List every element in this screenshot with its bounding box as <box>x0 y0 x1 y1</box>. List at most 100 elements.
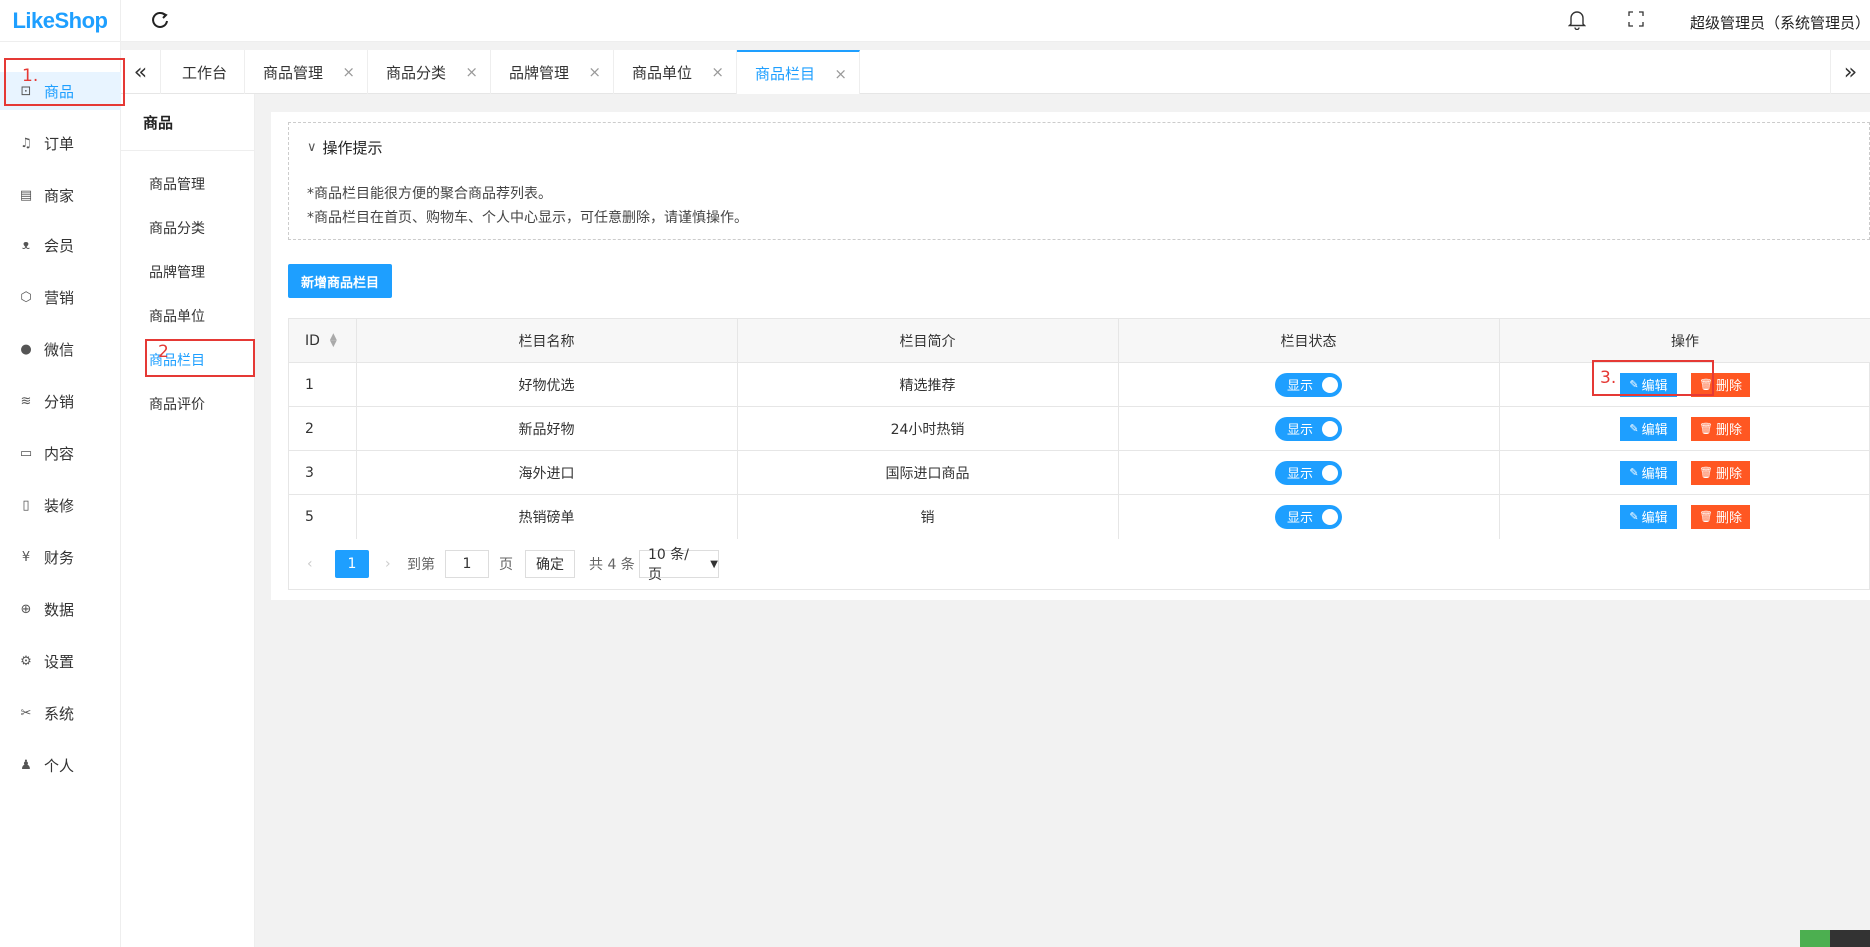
column-header-label: 栏目状态 <box>1280 333 1337 350</box>
sidebar-item[interactable]: ᴥ 会员 <box>0 226 121 264</box>
tab-label: 品牌管理 <box>509 63 570 82</box>
gear-icon: ⚙ <box>20 653 32 669</box>
close-icon[interactable]: × <box>588 63 601 81</box>
sidebar-item[interactable]: ● 微信 <box>0 330 121 368</box>
table-cell-name: 海外进口 <box>518 465 575 482</box>
table-cell-desc: 24小时热销 <box>890 421 965 438</box>
submenu-item[interactable]: 商品分类 <box>149 218 205 238</box>
close-icon[interactable]: × <box>342 63 355 81</box>
sidebar-item[interactable]: ♫ 订单 <box>0 124 121 162</box>
table-cell-actions: ✎ 编辑 🗑 删除 <box>1499 495 1870 538</box>
table-row: 5 热销磅单 销 显示 ✎ 编辑 🗑 删除 <box>289 495 1870 538</box>
delete-button[interactable]: 🗑 删除 <box>1691 460 1750 485</box>
prev-page-icon[interactable]: ‹ <box>307 550 313 578</box>
page-input[interactable]: 1 <box>445 550 489 578</box>
sidebar-item[interactable]: ⊕ 数据 <box>0 590 121 628</box>
user-menu[interactable]: 超级管理员（系统管理员） <box>1690 12 1870 33</box>
table-row: 2 新品好物 24小时热销 显示 ✎ 编辑 🗑 删除 <box>289 407 1870 450</box>
column-table: ID ▲ ▼ 栏目名称 栏目简介 栏目状态 操作 1 好物优选 精选推荐 显示 ✎ 编辑 🗑 删除 2 新品好物… <box>288 318 1870 539</box>
yen-icon: ¥ <box>21 549 31 565</box>
top-bar: LikeShop 超级管理员（系统管理员） <box>0 0 1870 42</box>
status-toggle-label: 显示 <box>1287 511 1314 526</box>
tab-scroll-right-icon[interactable]: » <box>1830 50 1870 94</box>
sidebar-item[interactable]: ▯ 装修 <box>0 486 121 524</box>
tab[interactable]: 商品管理 × <box>245 50 368 94</box>
submenu-item[interactable]: 商品评价 <box>149 394 205 414</box>
user-icon: ᴥ <box>22 238 30 253</box>
delete-button[interactable]: 🗑 删除 <box>1691 416 1750 441</box>
tip-line: *商品栏目能很方便的聚合商品荐列表。 <box>307 186 552 202</box>
table-cell-actions: ✎ 编辑 🗑 删除 <box>1499 407 1870 450</box>
tab-scroll-left-icon[interactable]: « <box>121 50 161 94</box>
sidebar-item-label: 数据 <box>44 600 75 619</box>
bell-icon[interactable] <box>1567 10 1588 32</box>
tab-bar: « 工作台 商品管理 × 商品分类 × 品牌管理 × 商品单位 × 商品栏目 × » <box>121 50 1870 94</box>
delete-button[interactable]: 🗑 删除 <box>1691 504 1750 529</box>
page-size-select[interactable]: 10 条/页 ▼ <box>639 547 719 583</box>
tips-title: 操作提示 <box>322 139 383 157</box>
sort-icon[interactable]: ▲ ▼ <box>330 332 337 348</box>
table-cell-name: 新品好物 <box>518 421 575 438</box>
sidebar-item-label: 营销 <box>44 288 75 307</box>
table-cell-desc: 销 <box>920 509 935 526</box>
status-toggle[interactable]: 显示 <box>1275 416 1342 441</box>
tab[interactable]: 商品单位 × <box>614 50 737 94</box>
goto-label: 到第 <box>407 557 435 573</box>
column-header: 栏目名称 <box>356 319 737 362</box>
refresh-icon[interactable] <box>148 8 172 32</box>
toggle-knob <box>1322 376 1338 393</box>
next-page-icon[interactable]: › <box>385 550 391 578</box>
status-toggle[interactable]: 显示 <box>1275 460 1342 485</box>
sidebar-item[interactable]: ▤ 商家 <box>0 176 121 214</box>
column-header: 操作 <box>1499 319 1870 362</box>
sidebar-item[interactable]: ♟ 个人 <box>0 746 121 784</box>
sidebar-item[interactable]: ▭ 内容 <box>0 434 121 472</box>
tab[interactable]: 商品栏目 × <box>737 50 860 94</box>
logo[interactable]: LikeShop <box>0 0 121 42</box>
sidebar-item-label: 微信 <box>44 340 75 359</box>
annotation-label: 2 <box>158 342 169 362</box>
pencil-icon: ✎ <box>1629 510 1639 523</box>
page-unit: 页 <box>499 557 513 573</box>
close-icon[interactable]: × <box>711 63 724 81</box>
tab[interactable]: 商品分类 × <box>368 50 491 94</box>
tab-label: 商品栏目 <box>755 64 816 83</box>
tools-icon: ✂ <box>20 705 32 721</box>
status-widget <box>1800 930 1870 947</box>
goto-confirm-button[interactable]: 确定 <box>525 550 575 578</box>
sidebar-item-label: 订单 <box>44 134 75 153</box>
sidebar-item[interactable]: ≋ 分销 <box>0 382 121 420</box>
sidebar-item-label: 商家 <box>44 186 75 205</box>
tips-toggle[interactable]: ∨ 操作提示 <box>307 137 383 158</box>
submenu-item[interactable]: 商品管理 <box>149 174 205 194</box>
tab[interactable]: 工作台 <box>164 50 245 94</box>
sidebar-item[interactable]: ¥ 财务 <box>0 538 121 576</box>
chevron-down-icon: ▼ <box>710 558 718 570</box>
sidebar-item[interactable]: ⬡ 营销 <box>0 278 121 316</box>
page-1[interactable]: 1 <box>335 550 369 578</box>
status-toggle[interactable]: 显示 <box>1275 504 1342 529</box>
submenu-item[interactable]: 品牌管理 <box>149 262 205 282</box>
trash-icon: 🗑 <box>1699 422 1713 435</box>
tab[interactable]: 品牌管理 × <box>491 50 614 94</box>
sidebar-item[interactable]: ⚙ 设置 <box>0 642 121 680</box>
close-icon[interactable]: × <box>465 63 478 81</box>
status-toggle-label: 显示 <box>1287 467 1314 482</box>
status-toggle-label: 显示 <box>1287 423 1314 438</box>
column-header[interactable]: ID ▲ ▼ <box>289 319 356 362</box>
edit-button[interactable]: ✎ 编辑 <box>1620 416 1677 441</box>
edit-button[interactable]: ✎ 编辑 <box>1620 460 1677 485</box>
status-toggle[interactable]: 显示 <box>1275 372 1342 397</box>
column-header-label: 栏目简介 <box>899 333 956 350</box>
toggle-knob <box>1322 508 1338 525</box>
add-column-button[interactable]: 新增商品栏目 <box>288 264 392 298</box>
table-cell-id: 2 <box>305 420 314 437</box>
globe-icon: ⊕ <box>20 601 32 617</box>
total-count: 共 4 条 <box>589 557 635 573</box>
fullscreen-icon[interactable] <box>1628 11 1648 31</box>
close-icon[interactable]: × <box>834 65 847 83</box>
edit-button[interactable]: ✎ 编辑 <box>1620 504 1677 529</box>
submenu-item[interactable]: 商品单位 <box>149 306 205 326</box>
edit-button-label: 编辑 <box>1641 467 1668 482</box>
sidebar-item[interactable]: ✂ 系统 <box>0 694 121 732</box>
